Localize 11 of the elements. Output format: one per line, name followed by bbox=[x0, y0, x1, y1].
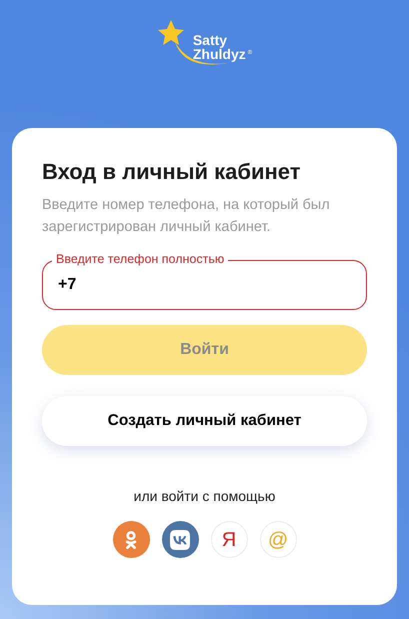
logo-text: Satty bbox=[192, 33, 228, 47]
create-account-button[interactable]: Создать личный кабинет bbox=[42, 396, 367, 446]
field-label: Введите телефон полностью bbox=[52, 251, 228, 267]
card-title: Вход в личный кабинет bbox=[42, 158, 302, 186]
vk-icon bbox=[170, 530, 190, 550]
alt-login-text: или войти с помощью bbox=[132, 487, 276, 506]
logo-text: Zhuldyz bbox=[192, 47, 246, 61]
social-login-button[interactable]: Я bbox=[210, 521, 248, 558]
social-login-button[interactable] bbox=[162, 521, 198, 558]
card-subtitle: Введите номер телефона, на который был зарегистрирован личный кабинет. bbox=[42, 196, 331, 237]
social-login-button[interactable] bbox=[112, 521, 150, 558]
